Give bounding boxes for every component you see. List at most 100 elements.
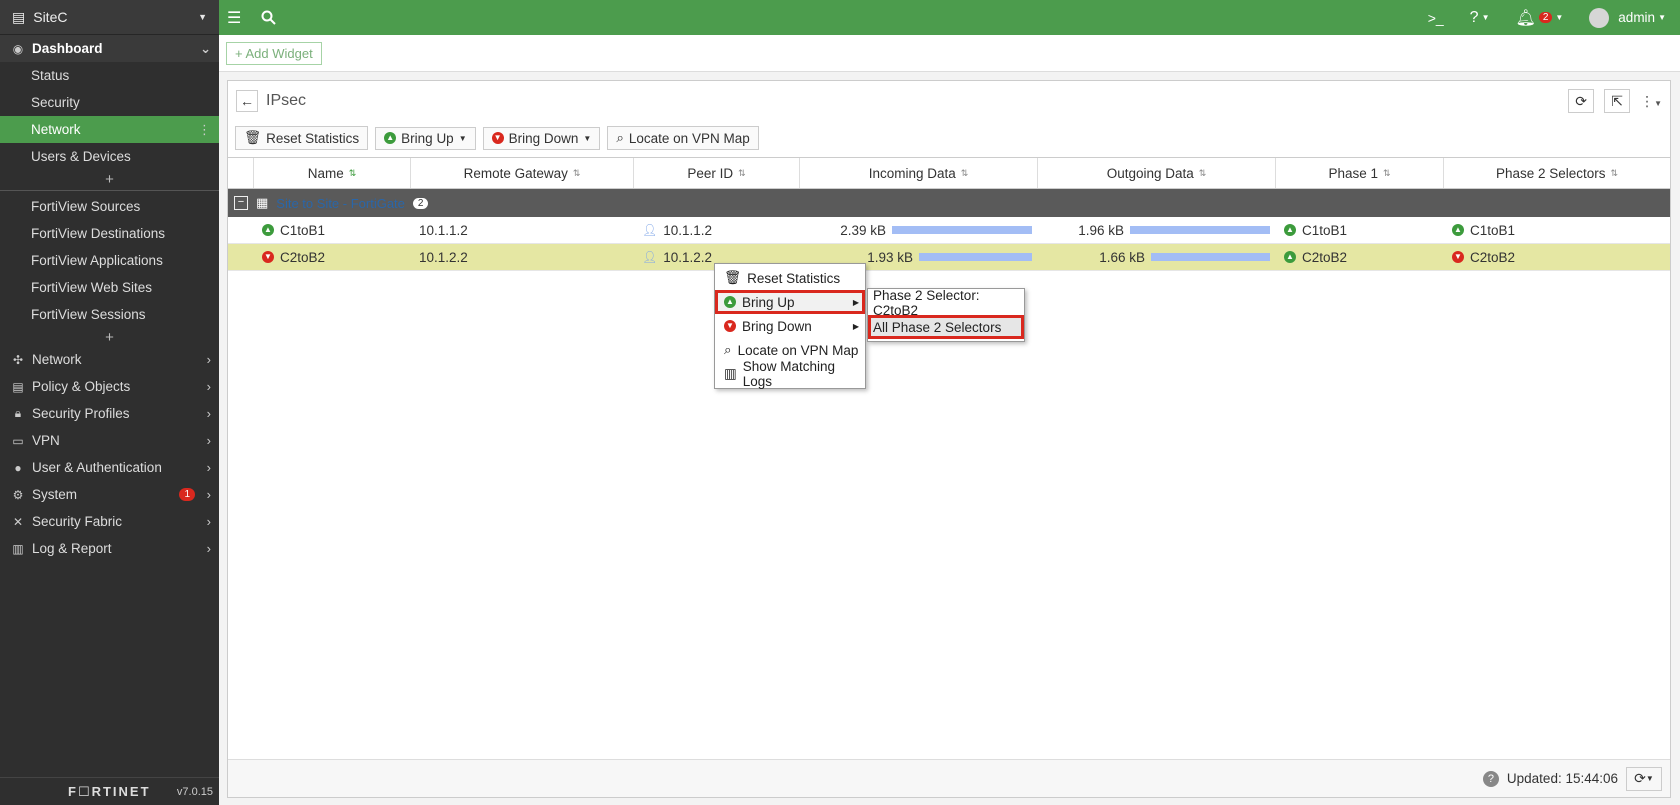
trash-icon: 🗑︎ <box>244 130 262 145</box>
col-incoming-data[interactable]: Incoming Data ⇅ <box>800 158 1038 188</box>
caret-down-icon: ▼ <box>198 12 207 22</box>
sidebar: ▤ SiteC ▼ ◉ Dashboard ⌄ Status Security N… <box>0 0 219 805</box>
avatar <box>1589 7 1610 28</box>
add-fortiview-icon[interactable]: + <box>0 328 219 346</box>
locate-vpn-map-button[interactable]: ⌕ Locate on VPN Map <box>607 126 759 150</box>
search-icon[interactable] <box>261 10 277 25</box>
sort-icon: ⇅ <box>572 167 581 178</box>
nav-dashboard[interactable]: ◉ Dashboard ⌄ <box>0 35 219 62</box>
nav-log-report[interactable]: ▥ Log & Report › <box>0 535 219 562</box>
widget-menu-icon[interactable]: ⋮▼ <box>1640 93 1662 110</box>
phase2-up-icon: ▲ <box>1452 224 1464 236</box>
sidebar-item-fortiview-sessions[interactable]: FortiView Sessions <box>0 301 219 328</box>
add-widget-button[interactable]: + Add Widget <box>226 41 322 65</box>
chevron-right-icon: › <box>206 460 211 475</box>
sidebar-item-status[interactable]: Status <box>0 62 219 89</box>
sidebar-item-network[interactable]: Network ⋮ <box>0 116 219 143</box>
outgoing-bar <box>1130 226 1270 234</box>
phase2-down-icon: ▼ <box>1452 251 1464 263</box>
col-remote-gateway[interactable]: Remote Gateway ⇅ <box>411 158 634 188</box>
dashboard-icon: ◉ <box>12 41 24 56</box>
sort-icon: ⇅ <box>348 167 357 178</box>
system-badge: 1 <box>179 488 195 501</box>
group-icon: ▦ <box>256 195 269 210</box>
bring-up-submenu: Phase 2 Selector: C2toB2 All Phase 2 Sel… <box>867 288 1025 342</box>
nav-user-auth[interactable]: ● User & Authentication › <box>0 454 219 481</box>
arrow-up-circle-icon: ▲ <box>384 132 397 144</box>
back-arrow-icon[interactable]: ← <box>236 90 258 112</box>
arrow-up-circle-icon: ▲ <box>724 296 736 308</box>
submenu-all-phase2-selectors[interactable]: All Phase 2 Selectors <box>868 315 1024 339</box>
sidebar-item-users-devices[interactable]: Users & Devices <box>0 143 219 170</box>
bring-up-button[interactable]: ▲ Bring Up ▼ <box>375 126 476 150</box>
user-menu[interactable]: admin ▼ <box>1589 7 1666 28</box>
collapse-icon[interactable]: − <box>234 196 248 210</box>
notification-count: 2 <box>1538 12 1553 23</box>
sidebar-item-fortiview-destinations[interactable]: FortiView Destinations <box>0 220 219 247</box>
add-dashboard-icon[interactable]: + <box>0 170 219 188</box>
auto-refresh-button[interactable]: ⟳ ▼ <box>1626 766 1662 791</box>
table-row-selected[interactable]: ▼ C2toB2 10.1.2.2 👤︎ 10.1.2.2 1.93 kB 1.66… <box>228 244 1670 271</box>
sidebar-item-fortiview-applications[interactable]: FortiView Applications <box>0 247 219 274</box>
lock-icon: 🔒︎ <box>14 406 22 420</box>
col-phase1[interactable]: Phase 1 ⇅ <box>1276 158 1444 188</box>
nav-policy-objects[interactable]: ▤ Policy & Objects › <box>0 373 219 400</box>
chevron-right-icon: › <box>206 433 211 448</box>
help-icon[interactable]: ? <box>1482 770 1499 787</box>
menu-show-matching-logs[interactable]: ▥ Show Matching Logs <box>715 359 865 389</box>
trash-icon: 🗑︎ <box>724 270 742 285</box>
site-selector[interactable]: ▤ SiteC ▼ <box>0 0 219 35</box>
cli-console-icon[interactable]: >_ <box>1428 10 1444 26</box>
col-name[interactable]: Name ⇅ <box>254 158 411 188</box>
help-icon[interactable]: ? ▼ <box>1470 9 1490 27</box>
sort-icon: ⇅ <box>1198 167 1207 178</box>
col-outgoing-data[interactable]: Outgoing Data ⇅ <box>1038 158 1276 188</box>
incoming-bar <box>892 226 1032 234</box>
menu-bring-down[interactable]: ▼ Bring Down ▶ <box>715 314 865 338</box>
version: v7.0.15 <box>176 785 213 798</box>
search-icon: ⌕ <box>616 130 624 145</box>
sidebar-item-security[interactable]: Security <box>0 89 219 116</box>
group-count: 2 <box>412 197 429 209</box>
menu-reset-statistics[interactable]: 🗑︎ Reset Statistics <box>715 266 865 290</box>
network-icon: ✣ <box>12 352 24 367</box>
chevron-right-icon: › <box>206 406 211 421</box>
user-icon: ● <box>14 460 22 475</box>
bring-down-button[interactable]: ▼ Bring Down ▼ <box>482 126 601 150</box>
chevron-right-icon: › <box>206 487 211 502</box>
col-phase2-selectors[interactable]: Phase 2 Selectors ⇅ <box>1444 158 1670 188</box>
group-header[interactable]: − ▦ Site to Site - FortiGate 2 <box>228 189 1670 217</box>
sort-icon: ⇅ <box>960 167 969 178</box>
nav-vpn[interactable]: ▭ VPN › <box>0 427 219 454</box>
dashboard-toolbar: + Add Widget <box>219 35 1680 72</box>
table-row[interactable]: ▲ C1toB1 10.1.1.2 👤︎ 10.1.1.2 2.39 kB 1.96… <box>228 217 1670 244</box>
updated-time: Updated: 15:44:06 <box>1506 771 1618 786</box>
kebab-icon[interactable]: ⋮ <box>198 122 211 138</box>
sidebar-item-fortiview-websites[interactable]: FortiView Web Sites <box>0 274 219 301</box>
nav-security-profiles[interactable]: 🔒︎ Security Profiles › <box>0 400 219 427</box>
col-peer-id[interactable]: Peer ID ⇅ <box>634 158 800 188</box>
sidebar-item-fortiview-sources[interactable]: FortiView Sources <box>0 193 219 220</box>
site-icon: ▤ <box>12 8 26 25</box>
sort-icon: ⇅ <box>1610 167 1619 178</box>
nav-security-fabric[interactable]: ✕ Security Fabric › <box>0 508 219 535</box>
expand-icon[interactable]: ⇱ <box>1604 89 1631 113</box>
policy-icon: ▤ <box>12 379 24 394</box>
reset-statistics-button[interactable]: 🗑︎ Reset Statistics <box>235 126 369 150</box>
bar-chart-icon: ▥ <box>724 366 737 381</box>
topbar: ☰ >_ ? ▼ 🔔︎ 2 ▼ admin ▼ <box>219 0 1680 35</box>
sort-icon: ⇅ <box>738 167 746 178</box>
sort-icon: ⇅ <box>1383 167 1391 178</box>
chevron-right-icon: › <box>206 541 211 556</box>
submenu-arrow-icon: ▶ <box>852 297 859 307</box>
submenu-phase2-selector[interactable]: Phase 2 Selector: C2toB2 <box>868 288 1024 318</box>
nav-system[interactable]: ⚙ System 1 › <box>0 481 219 508</box>
refresh-icon[interactable]: ⟳ <box>1568 89 1595 113</box>
sidebar-footer: F☐RTINET v7.0.15 <box>0 777 219 805</box>
nav-network[interactable]: ✣ Network › <box>0 346 219 373</box>
table-header: Name ⇅ Remote Gateway ⇅ Peer ID ⇅ Incoming … <box>228 157 1670 189</box>
notifications-bell-icon[interactable]: 🔔︎ 2 ▼ <box>1516 8 1564 28</box>
menu-bring-up[interactable]: ▲ Bring Up ▶ <box>715 290 865 314</box>
widget-footer: ? Updated: 15:44:06 ⟳ ▼ <box>228 759 1670 797</box>
menu-icon[interactable]: ☰ <box>227 8 241 28</box>
